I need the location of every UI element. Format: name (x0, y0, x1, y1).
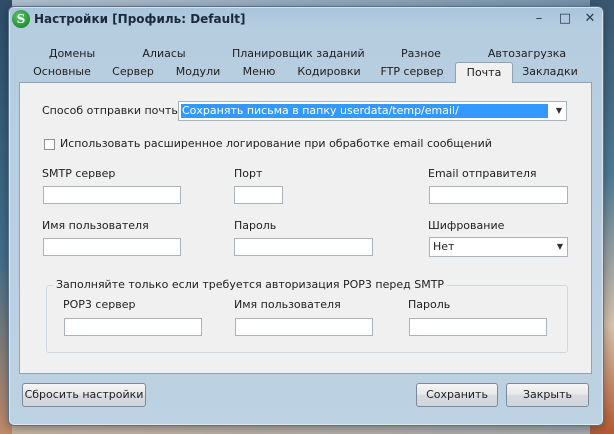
tab-server[interactable]: Сервер (108, 63, 158, 80)
tab-bookmarks[interactable]: Закладки (520, 63, 580, 80)
pop3-username-input[interactable] (235, 318, 373, 336)
chevron-down-icon: ▼ (555, 106, 562, 115)
sender-email-input[interactable] (429, 186, 568, 204)
password-label: Пароль (234, 219, 277, 232)
tab-encodings[interactable]: Кодировки (296, 63, 362, 80)
send-method-select[interactable]: Сохранять письма в папку userdata/temp/e… (178, 101, 567, 121)
extended-logging-label: Использовать расширенное логирование при… (60, 137, 492, 150)
port-label: Порт (234, 167, 263, 180)
maximize-icon[interactable]: □ (555, 10, 575, 28)
minimize-icon[interactable]: – (529, 10, 549, 28)
smtp-server-input[interactable] (43, 186, 181, 204)
pop3-server-input[interactable] (64, 318, 202, 336)
tab-mail[interactable]: Почта (455, 62, 513, 83)
tab-autostart[interactable]: Автозагрузка (486, 45, 568, 62)
send-method-label: Способ отправки почты: (42, 104, 184, 117)
username-label: Имя пользователя (42, 219, 149, 232)
extended-logging-checkbox[interactable] (44, 139, 55, 150)
tab-aliases[interactable]: Алиасы (136, 45, 192, 62)
sender-email-label: Email отправителя (428, 167, 537, 180)
pop3-username-label: Имя пользователя (234, 298, 341, 311)
tab-general[interactable]: Основные (30, 63, 94, 80)
tab-modules[interactable]: Модули (172, 63, 224, 80)
encryption-select[interactable]: Нет ▼ (429, 237, 568, 257)
send-method-value: Сохранять письма в папку userdata/temp/e… (180, 103, 549, 119)
pop3-server-label: POP3 сервер (63, 298, 136, 311)
pop3-password-input[interactable] (409, 318, 547, 336)
smtp-server-label: SMTP сервер (42, 167, 116, 180)
pop3-password-label: Пароль (408, 298, 451, 311)
chevron-down-icon: ▼ (556, 242, 563, 251)
encryption-value: Нет (433, 240, 455, 253)
tab-domains[interactable]: Домены (44, 45, 100, 62)
port-input[interactable] (234, 186, 283, 204)
close-button[interactable]: Закрыть (506, 383, 589, 407)
pop3-group-title: Заполняйте только если требуется авториз… (53, 278, 448, 291)
window-title: Настройки [Профиль: Default] (34, 12, 246, 26)
save-button[interactable]: Сохранить (416, 383, 498, 407)
app-logo-icon: S (12, 10, 30, 28)
tab-scheduler[interactable]: Планировщик заданий (232, 45, 365, 62)
reset-settings-button[interactable]: Сбросить настройки (22, 383, 146, 407)
close-icon[interactable]: ✕ (580, 10, 600, 28)
tab-menu[interactable]: Меню (238, 63, 280, 80)
username-input[interactable] (43, 238, 181, 256)
tab-misc[interactable]: Разное (394, 45, 448, 62)
tab-ftp-server[interactable]: FTP сервер (378, 63, 446, 80)
encryption-label: Шифрование (428, 219, 505, 232)
password-input[interactable] (234, 238, 373, 256)
